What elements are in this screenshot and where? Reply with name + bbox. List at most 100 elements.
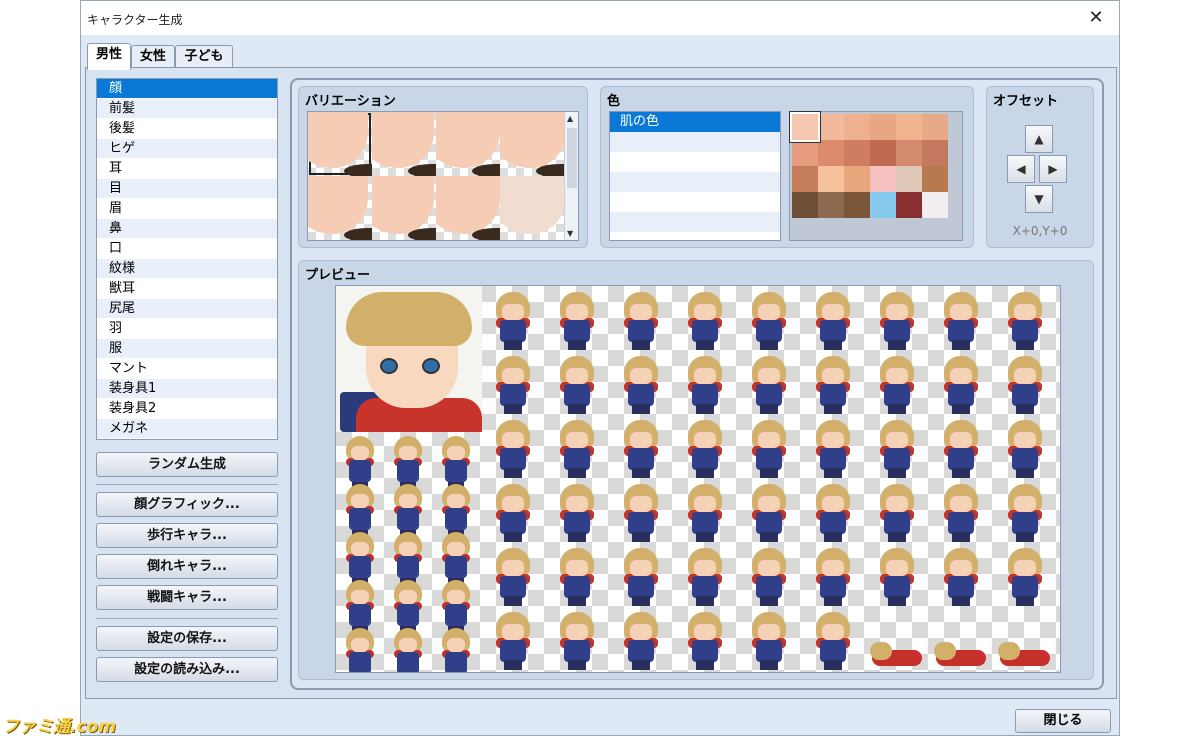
part-list[interactable]: 顔前髪 後髪 ヒゲ耳目眉鼻口紋様 獣耳 尻尾羽服マント 装身具1 装身具2 メガネ	[96, 78, 278, 440]
scroll-up-icon[interactable]: ▲	[567, 114, 573, 123]
part-item[interactable]: 紋様	[97, 259, 277, 279]
character-sprite	[552, 354, 602, 414]
variation-grid[interactable]: ▲ ▼	[307, 111, 579, 241]
scroll-thumb[interactable]	[567, 128, 577, 188]
character-sprite	[680, 546, 730, 606]
color-swatch[interactable]	[792, 192, 818, 218]
character-sprite	[488, 354, 538, 414]
character-sprite	[744, 290, 794, 350]
offset-group: オフセット ▲ ◀ ▶ ▼ X+0,Y+0	[986, 86, 1094, 248]
color-swatch[interactable]	[922, 192, 948, 218]
color-swatch[interactable]	[896, 140, 922, 166]
color-swatch[interactable]	[870, 140, 896, 166]
character-sprite	[936, 482, 986, 542]
offset-down-button[interactable]: ▼	[1025, 185, 1053, 213]
character-generator-window: キャラクター生成 ✕ 男性 女性 子ども 顔前髪 後髪 ヒゲ耳目眉鼻口紋様 獣耳 尻尾羽…	[80, 0, 1120, 736]
part-item[interactable]: 鼻	[97, 219, 277, 239]
battle-character-button[interactable]: 戦闘キャラ...	[96, 585, 278, 610]
part-item[interactable]: 目	[97, 179, 277, 199]
offset-up-button[interactable]: ▲	[1025, 125, 1053, 153]
part-item[interactable]: ヒゲ	[97, 139, 277, 159]
color-swatch[interactable]	[844, 114, 870, 140]
variation-scrollbar[interactable]: ▲ ▼	[564, 112, 578, 240]
list-item[interactable]	[610, 192, 780, 212]
part-item[interactable]: 前髪	[97, 99, 277, 119]
offset-value: X+0,Y+0	[1012, 224, 1068, 238]
close-icon[interactable]: ✕	[1073, 1, 1119, 35]
color-swatch[interactable]	[922, 140, 948, 166]
character-sprite	[340, 628, 380, 672]
color-swatch[interactable]	[896, 166, 922, 192]
character-sprite	[552, 418, 602, 478]
part-item[interactable]: マント	[97, 359, 277, 379]
save-settings-button[interactable]: 設定の保存...	[96, 626, 278, 651]
part-item[interactable]: 羽	[97, 319, 277, 339]
part-item[interactable]: 尻尾	[97, 299, 277, 319]
offset-left-button[interactable]: ◀	[1007, 155, 1035, 183]
part-item[interactable]: 装身具1	[97, 379, 277, 399]
variation-group: バリエーション ▲ ▼	[298, 86, 588, 248]
character-sprite	[1000, 290, 1050, 350]
character-sprite	[388, 628, 428, 672]
face-graphic-button[interactable]: 顔グラフィック...	[96, 492, 278, 517]
character-sprite	[552, 290, 602, 350]
list-item[interactable]	[610, 172, 780, 192]
part-item[interactable]: 眉	[97, 199, 277, 219]
character-sprite	[1000, 354, 1050, 414]
color-palette[interactable]	[789, 111, 963, 241]
variation-item[interactable]	[308, 112, 372, 176]
part-item[interactable]: 口	[97, 239, 277, 259]
down-character-button[interactable]: 倒れキャラ...	[96, 554, 278, 579]
part-item[interactable]: 獣耳	[97, 279, 277, 299]
part-item[interactable]: 顔	[97, 79, 277, 99]
color-swatch[interactable]	[870, 114, 896, 140]
variation-item[interactable]	[372, 176, 436, 240]
color-swatch[interactable]	[844, 166, 870, 192]
list-item[interactable]	[610, 152, 780, 172]
variation-item[interactable]	[372, 112, 436, 176]
color-swatch[interactable]	[818, 114, 844, 140]
color-item-skin[interactable]: 肌の色	[610, 112, 780, 132]
variation-item[interactable]	[308, 176, 372, 240]
close-button[interactable]: 閉じる	[1015, 709, 1111, 733]
character-sprite	[872, 418, 922, 478]
walk-character-button[interactable]: 歩行キャラ...	[96, 523, 278, 548]
list-item[interactable]	[610, 212, 780, 232]
tab-child[interactable]: 子ども	[175, 45, 233, 69]
color-swatch[interactable]	[844, 192, 870, 218]
part-item[interactable]: 服	[97, 339, 277, 359]
color-swatch[interactable]	[844, 140, 870, 166]
color-swatch[interactable]	[790, 112, 820, 142]
part-item[interactable]: メガネ	[97, 419, 277, 439]
list-item[interactable]	[610, 132, 780, 152]
part-item[interactable]: 耳	[97, 159, 277, 179]
color-swatch[interactable]	[792, 140, 818, 166]
color-group: 色 肌の色	[600, 86, 974, 248]
color-swatch[interactable]	[870, 192, 896, 218]
variation-item[interactable]	[436, 112, 500, 176]
color-swatch[interactable]	[870, 166, 896, 192]
color-swatch[interactable]	[792, 166, 818, 192]
variation-item[interactable]	[500, 112, 564, 176]
color-swatch[interactable]	[818, 166, 844, 192]
color-swatch[interactable]	[896, 192, 922, 218]
tab-female[interactable]: 女性	[131, 45, 175, 69]
color-swatch[interactable]	[818, 140, 844, 166]
preview-label: プレビュー	[305, 268, 371, 283]
load-settings-button[interactable]: 設定の読み込み...	[96, 657, 278, 682]
part-item[interactable]: 後髪	[97, 119, 277, 139]
color-swatch[interactable]	[818, 192, 844, 218]
color-swatch[interactable]	[922, 114, 948, 140]
variation-item[interactable]	[500, 176, 564, 240]
variation-item[interactable]	[436, 176, 500, 240]
color-swatch[interactable]	[896, 114, 922, 140]
character-sprite	[436, 628, 476, 672]
color-swatch[interactable]	[922, 166, 948, 192]
color-list[interactable]: 肌の色	[609, 111, 781, 241]
offset-right-button[interactable]: ▶	[1039, 155, 1067, 183]
part-item[interactable]: 装身具2	[97, 399, 277, 419]
character-sprite	[744, 610, 794, 670]
scroll-down-icon[interactable]: ▼	[567, 229, 573, 238]
tab-male[interactable]: 男性	[87, 43, 131, 70]
random-generate-button[interactable]: ランダム生成	[96, 452, 278, 477]
